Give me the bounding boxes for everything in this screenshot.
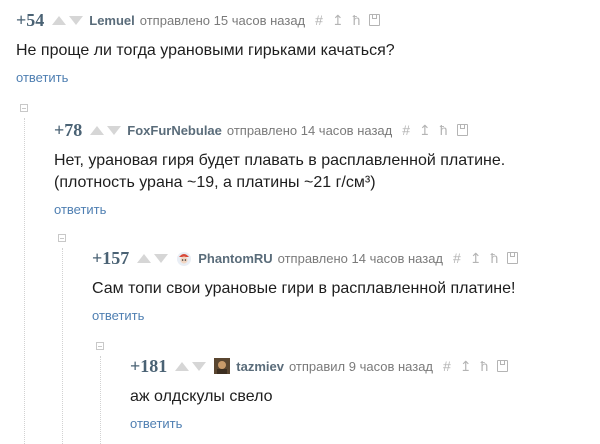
thread-line-level-3 [100,356,101,444]
comment-text: аж олдскулы свело [130,388,273,405]
comment-header: +181 tazmiev отправил 9 часов назад # ↥ … [130,356,596,376]
parent-thread-icon[interactable]: ħ [491,250,499,266]
hash-icon[interactable]: # [315,12,323,28]
downvote-icon[interactable] [154,253,169,263]
comment-timestamp[interactable]: отправлено 14 часов назад [227,123,392,138]
comment: +78 FoxFurNebulae отправлено 14 часов на… [54,120,594,218]
comment-header: +78 FoxFurNebulae отправлено 14 часов на… [54,120,594,140]
comment: +54 Lemuel отправлено 15 часов назад # ↥… [16,10,596,86]
hash-icon[interactable]: # [453,250,461,266]
collapse-toggle-3[interactable] [96,342,104,350]
hash-icon[interactable]: # [443,358,451,374]
comment-actions: # ↥ ħ [315,12,389,29]
comment-text: Не проще ли тогда урановыми гирьками кач… [16,42,395,59]
comment-actions: # ↥ ħ [443,358,517,375]
reply-link[interactable]: ответить [54,202,594,217]
upvote-icon[interactable] [52,15,67,25]
comment-author[interactable]: FoxFurNebulae [127,123,222,138]
reply-link[interactable]: ответить [92,308,596,323]
collapse-toggle-1[interactable] [20,104,28,112]
comment-actions: # ↥ ħ [402,122,476,139]
save-icon[interactable] [507,252,519,264]
save-icon[interactable] [456,124,468,136]
upvote-icon[interactable] [90,125,105,135]
save-icon[interactable] [497,360,509,372]
comment-text-line: Нет, урановая гиря будет плавать в распл… [54,152,506,169]
downvote-icon[interactable] [107,125,122,135]
save-icon[interactable] [369,14,381,26]
upvote-icon[interactable] [175,361,190,371]
comment-text: Сам топи свои урановые гири в расплавлен… [92,280,516,297]
share-icon[interactable]: ↥ [470,250,482,267]
share-icon[interactable]: ↥ [419,122,431,139]
downvote-icon[interactable] [69,15,84,25]
reply-link[interactable]: ответить [16,70,596,85]
comment-score: +54 [16,9,45,30]
comment-author[interactable]: Lemuel [89,13,135,28]
avatar[interactable] [176,250,192,266]
avatar[interactable] [214,358,231,374]
vote-controls [175,361,207,371]
comment-header: +54 Lemuel отправлено 15 часов назад # ↥… [16,10,596,30]
comment-author[interactable]: PhantomRU [198,251,272,266]
comment: +181 tazmiev отправил 9 часов назад # ↥ … [130,356,596,431]
comment-timestamp[interactable]: отправлено 14 часов назад [278,251,443,266]
thread-line-level-1 [24,118,25,444]
comment-score: +181 [130,355,168,376]
comment-score: +157 [92,247,130,268]
comment-score: +78 [54,119,83,140]
vote-controls [90,125,122,135]
collapse-toggle-2[interactable] [58,234,66,242]
comment-header: +157 PhantomRU отправлено 14 часов назад… [92,248,596,268]
parent-thread-icon[interactable]: ħ [481,358,489,374]
thread-line-level-2 [62,248,63,444]
upvote-icon[interactable] [137,253,152,263]
hash-icon[interactable]: # [402,122,410,138]
share-icon[interactable]: ↥ [460,358,472,375]
reply-link[interactable]: ответить [130,416,596,431]
vote-controls [52,15,84,25]
comment-text: Нет, урановая гиря будет плавать в распл… [54,150,594,194]
share-icon[interactable]: ↥ [332,12,344,29]
comment-timestamp[interactable]: отправлено 15 часов назад [140,13,305,28]
comment: +157 PhantomRU отправлено 14 часов назад… [92,248,596,323]
downvote-icon[interactable] [192,361,207,371]
comment-actions: # ↥ ħ [453,250,527,267]
comment-timestamp[interactable]: отправил 9 часов назад [289,359,433,374]
comment-text-line: (плотность урана ~19, а платины ~21 г/см… [54,174,376,191]
parent-thread-icon[interactable]: ħ [353,12,361,28]
comment-author[interactable]: tazmiev [236,359,284,374]
parent-thread-icon[interactable]: ħ [440,122,448,138]
vote-controls [137,253,169,263]
